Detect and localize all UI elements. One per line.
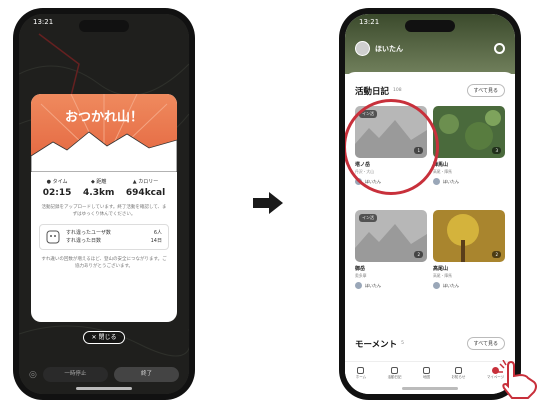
avatar[interactable] <box>355 41 370 56</box>
tile-area: 高尾・陣馬 <box>433 169 452 174</box>
moment-header: モーメント 5 すべて見る <box>355 337 505 350</box>
tile-name: 高尾山 <box>433 266 449 272</box>
home-indicator <box>76 387 132 390</box>
section-title: 活動日記 <box>355 86 390 97</box>
gear-icon[interactable] <box>494 43 505 54</box>
end-button[interactable]: 終了 <box>113 367 180 382</box>
map-icon <box>423 366 430 374</box>
stat-distance: ◆ 距離 4.3km <box>83 178 114 198</box>
activity-tile[interactable]: イン活 2 御岳 奥多摩 ほいたん <box>355 210 427 289</box>
completion-card: おつかれ山！ ● タイム 02:15 ◆ 距離 4.3km ▲ カロリー 694… <box>31 94 177 322</box>
face-icon <box>46 230 60 244</box>
stats-row: ● タイム 02:15 ◆ 距離 4.3km ▲ カロリー 694kcal <box>31 172 177 198</box>
see-all-button[interactable]: すべて見る <box>466 337 505 350</box>
tab-label: ホーム <box>355 374 367 379</box>
tile-user: ほいたん <box>365 282 381 288</box>
pause-button[interactable]: 一時停止 <box>42 367 108 382</box>
tab-label: お知らせ <box>451 374 466 379</box>
highlight-circle <box>345 99 439 195</box>
card-title: おつかれ山！ <box>64 110 143 125</box>
crossing-users-label: すれ違ったユーザ数 <box>66 230 111 236</box>
tile-user: ほいたん <box>443 178 459 184</box>
stat-label: カロリー <box>138 179 159 185</box>
photo-count: 2 <box>414 251 423 258</box>
crossing-days-label: すれ違った日数 <box>66 238 102 244</box>
section-count: 108 <box>393 88 402 93</box>
close-button[interactable]: ✕ 閉じる <box>83 331 125 344</box>
tab-label: 活動日記 <box>387 374 402 379</box>
tag-badge: イン活 <box>359 214 377 222</box>
crossing-caption: すれ違いの回数が増えるほど、登山の安全につながります。ご協力ありがとうございます… <box>41 257 167 269</box>
book-icon <box>391 366 399 374</box>
section-title: モーメント <box>355 339 398 350</box>
section-count: 5 <box>401 341 405 346</box>
crossing-users-value: 6人 <box>153 230 162 236</box>
screen: 13:21 ほいたん 活動日記 108 すべて見る イン活 1 塔ノ岳 丹沢・大… <box>345 14 515 394</box>
tile-name: 陣馬山 <box>433 162 449 168</box>
stat-value: 4.3km <box>83 188 115 198</box>
thumbnail: イン活 2 <box>355 210 427 262</box>
clock-icon: ● <box>46 179 52 185</box>
activity-tile[interactable]: 2 高尾山 高尾・陣馬 ほいたん <box>433 210 505 289</box>
tab-notifications[interactable]: お知らせ <box>451 366 466 380</box>
crossing-panel: すれ違ったユーザ数 6人 すれ違った日数 14日 <box>39 224 169 250</box>
footprint-icon: ◆ <box>90 179 95 185</box>
upload-note: 活動記録をアップロードしています。終了活動を確認して、まずはゆっくり休んでくださ… <box>41 205 167 217</box>
see-all-button[interactable]: すべて見る <box>466 84 505 97</box>
photo-count: 3 <box>492 147 501 154</box>
photo-count: 2 <box>492 251 501 258</box>
avatar <box>355 282 362 289</box>
phone-activity-complete: 13:21 おつかれ山！ ● タイム 02:15 ◆ 距離 4.3km ▲ カロ… <box>13 8 195 400</box>
stat-value: 02:15 <box>42 188 72 198</box>
home-icon <box>357 366 365 374</box>
tab-home[interactable]: ホーム <box>355 366 367 380</box>
home-indicator <box>402 387 458 390</box>
hand-pointer-icon <box>498 360 537 399</box>
activity-header: 活動日記 108 すべて見る <box>355 84 505 97</box>
stat-value: 694kcal <box>125 188 166 198</box>
tab-label: 地図 <box>423 374 430 379</box>
thumbnail: 2 <box>433 210 505 262</box>
settings-icon[interactable]: ◎ <box>29 370 37 380</box>
notch <box>79 20 129 32</box>
stat-label: 距離 <box>96 179 107 185</box>
notch <box>405 20 455 32</box>
stat-label: タイム <box>52 179 68 185</box>
status-time: 13:21 <box>33 18 54 26</box>
bell-icon <box>454 366 462 374</box>
tile-area: 奥多摩 <box>355 273 367 278</box>
tab-bar: ホーム 活動日記 地図 お知らせ マイページ <box>345 361 515 384</box>
avatar <box>433 282 440 289</box>
tile-area: 高尾・陣馬 <box>433 273 452 278</box>
stat-calorie: ▲ カロリー 694kcal <box>126 178 165 198</box>
user-name: ほいたん <box>375 44 403 53</box>
thumbnail: 3 <box>433 106 505 158</box>
stat-time: ● タイム 02:15 <box>43 178 72 198</box>
tab-map[interactable]: 地図 <box>423 366 430 380</box>
phone-profile: 13:21 ほいたん 活動日記 108 すべて見る イン活 1 塔ノ岳 丹沢・大… <box>339 8 521 400</box>
tile-user: ほいたん <box>443 282 459 288</box>
activity-tile[interactable]: 3 陣馬山 高尾・陣馬 ほいたん <box>433 106 505 185</box>
right-arrow-icon <box>253 192 283 214</box>
card-hero: おつかれ山！ <box>31 94 177 172</box>
tile-name: 御岳 <box>355 266 366 272</box>
screen: 13:21 おつかれ山！ ● タイム 02:15 ◆ 距離 4.3km ▲ カロ… <box>19 14 189 394</box>
status-time: 13:21 <box>359 18 380 26</box>
user-row: ほいたん <box>355 41 505 56</box>
crossing-days-value: 14日 <box>150 238 162 244</box>
avatar <box>433 178 440 185</box>
bottom-bar: ◎ 一時停止 終了 <box>29 367 180 382</box>
flame-icon: ▲ <box>132 179 137 185</box>
tab-activity[interactable]: 活動日記 <box>387 366 402 380</box>
